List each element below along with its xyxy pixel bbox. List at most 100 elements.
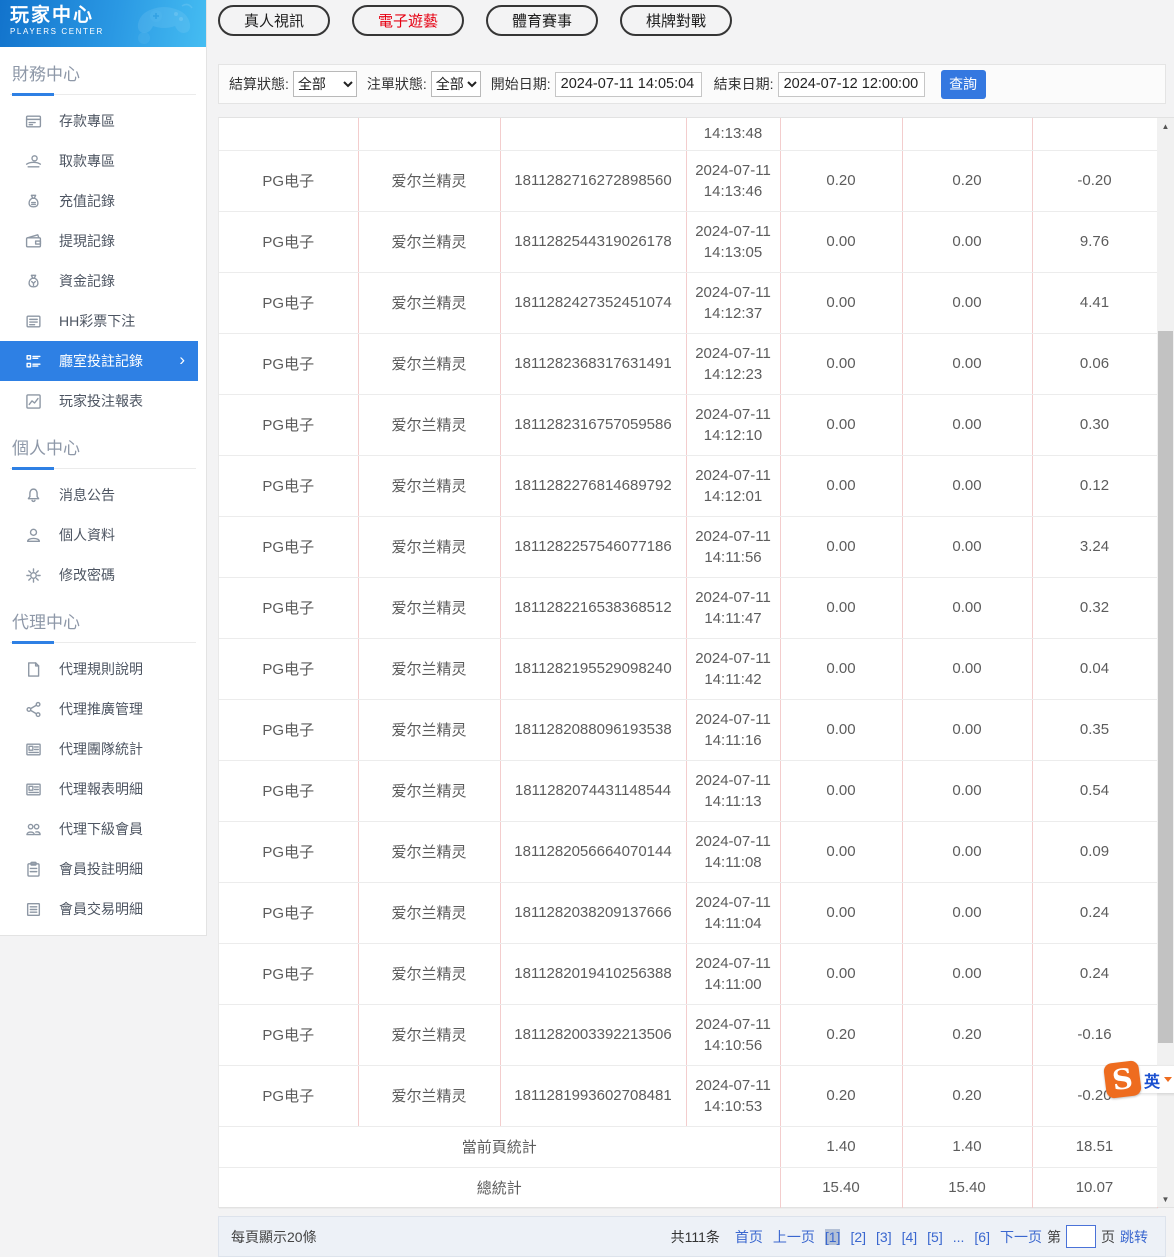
page-link-3[interactable]: [3] [876,1229,892,1245]
tab-live[interactable]: 真人視訊 [218,5,331,36]
jump-button[interactable]: 跳转 [1120,1227,1148,1247]
cell-platform: PG电子 [219,333,359,395]
bet-status-label: 注單狀態: [366,76,427,92]
member-bet-detail-icon [25,861,42,878]
sidebar-item-profile[interactable]: 個人資料 [0,515,206,555]
translate-language-label[interactable]: 英 [1137,1066,1174,1093]
cell-bet-amount: 0.00 [780,638,903,700]
translate-caret-icon [1164,1077,1173,1082]
cell-bet-time: 2024-07-11 14:11:04 [686,882,781,944]
cell-bet-amount: 0.20 [780,150,903,212]
sidebar-item-recharge-record[interactable]: 充值記錄 [0,181,206,221]
sidebar-item-member-trans-detail[interactable]: 會員交易明細 [0,889,206,929]
translate-widget[interactable]: S 英 [1102,1059,1174,1100]
sidebar-item-label: 代理報表明細 [59,781,143,797]
first-page-link[interactable]: 首页 [735,1227,763,1247]
cell-bet-time: 2024-07-11 14:11:47 [686,577,781,639]
prev-page-link[interactable]: 上一页 [773,1227,815,1247]
cell-order-id: 1811282427352451074 [500,272,687,334]
sidebar-item-hh-lottery[interactable]: HH彩票下注 [0,301,206,341]
cell-bet-amount: 0.00 [780,882,903,944]
cell-order-id: 1811281993602708481 [500,1065,687,1127]
grand-total-label: 總統計 [219,1167,781,1209]
cell-game: 爱尔兰精灵 [358,455,501,517]
scroll-down-arrow-icon[interactable]: ▼ [1157,1191,1174,1207]
members-icon [25,821,42,838]
cell-order-id: 1811282088096193538 [500,699,687,761]
cell-profit: 0.35 [1032,699,1158,761]
member-trans-detail-icon [25,901,42,918]
table-scrollbar[interactable]: ▲ ▼ [1157,118,1174,1207]
table-row: PG电子 爱尔兰精灵 1811282716272898560 2024-07-11 14… [219,150,1158,212]
sidebar-item-player-bet-report[interactable]: 玩家投注報表 [0,381,206,421]
cell-bet-amount: 0.00 [780,760,903,822]
bet-status-select[interactable]: 全部 [430,71,481,97]
tab-sports[interactable]: 體育賽事 [486,5,599,36]
sidebar-item-agent-rules[interactable]: 代理規則說明 [0,649,206,689]
grand-total-profit: 10.07 [1032,1167,1158,1209]
sidebar-item-password[interactable]: 修改密碼 [0,555,206,595]
page-link-5[interactable]: [5] [927,1229,943,1245]
sogou-translate-icon[interactable]: S [1102,1059,1143,1100]
cell-bet-amount: 0.00 [780,821,903,883]
cell-valid-amount: 0.00 [902,211,1033,273]
sidebar-item-deposit[interactable]: 存款專區 [0,101,206,141]
sidebar-item-label: 廳室投註記錄 [59,353,143,369]
current-page-valid-total: 1.40 [902,1126,1033,1168]
cell-game: 爱尔兰精灵 [358,882,501,944]
cell-valid-amount: 0.00 [902,821,1033,883]
cell-bet-time: 2024-07-11 14:11:16 [686,699,781,761]
scroll-up-arrow-icon[interactable]: ▲ [1157,118,1174,134]
sidebar-item-funds-record[interactable]: 資金記錄 [0,261,206,301]
cell-bet-amount: 0.00 [780,272,903,334]
cell-valid-amount: 0.00 [902,455,1033,517]
page-link-1[interactable]: [1] [824,1228,841,1245]
cell-platform: PG电子 [219,394,359,456]
sidebar-item-agent-promo[interactable]: 代理推廣管理 [0,689,206,729]
query-button[interactable]: 查詢 [940,69,986,99]
cell-bet-time: 2024-07-11 14:11:00 [686,943,781,1005]
sidebar-item-withdraw[interactable]: 取款專區 [0,141,206,181]
cell-profit: 0.09 [1032,821,1158,883]
table-row: PG电子 爱尔兰精灵 1811282368317631491 2024-07-11 14… [219,333,1158,395]
scrollbar-thumb[interactable] [1158,331,1173,1043]
page-link-2[interactable]: [2] [850,1229,866,1245]
tab-electronic[interactable]: 電子遊藝 [352,5,465,36]
table-row-partial: 14:13:48 [219,118,1158,151]
cell-platform: PG电子 [219,1004,359,1066]
sidebar-item-member-bet-detail[interactable]: 會員投註明細 [0,849,206,889]
end-date-input[interactable] [777,71,925,97]
sidebar-item-room-bet-record[interactable]: 廳室投註記錄 [0,341,198,381]
sidebar-item-agent-team-stats[interactable]: 代理團隊統計 [0,729,206,769]
cell-game: 爱尔兰精灵 [358,943,501,1005]
cell-platform: PG电子 [219,638,359,700]
sidebar-item-agent-members[interactable]: 代理下級會員 [0,809,206,849]
sidebar-item-label: 資金記錄 [59,273,115,289]
sidebar-item-messages[interactable]: 消息公告 [0,475,206,515]
page-ellipsis[interactable]: ... [953,1229,965,1245]
cell-game: 爱尔兰精灵 [358,211,501,273]
current-page-stats-label: 當前頁統計 [219,1126,781,1168]
tab-board[interactable]: 棋牌對戰 [620,5,733,36]
settle-status-select[interactable]: 全部 [292,71,357,97]
jump-page-input[interactable] [1066,1225,1096,1248]
sidebar-item-agent-report-detail[interactable]: 代理報表明細 [0,769,206,809]
table-row: PG电子 爱尔兰精灵 1811282216538368512 2024-07-11 14… [219,577,1158,639]
filter-bar: 結算狀態: 全部 注單狀態: 全部 開始日期: 結束日期: 查詢 [218,64,1166,104]
cell-profit: 0.24 [1032,882,1158,944]
cell-profit: -0.20 [1032,150,1158,212]
cell-game: 爱尔兰精灵 [358,699,501,761]
sidebar-section-title: 個人中心 [10,421,196,470]
start-date-input[interactable] [554,71,702,97]
page-link-7[interactable]: [6] [974,1229,990,1245]
cell-platform: PG电子 [219,1065,359,1127]
sidebar-section-title: 代理中心 [10,595,196,644]
page-link-4[interactable]: [4] [902,1229,918,1245]
share-icon [25,701,42,718]
next-page-link[interactable]: 下一页 [1000,1227,1042,1247]
team-stats-icon [25,741,42,758]
sidebar-item-cashout-record[interactable]: 提現記錄 [0,221,206,261]
cell-bet-time: 14:13:48 [686,118,781,151]
cell-bet-time: 2024-07-11 14:12:23 [686,333,781,395]
page-number-links: [1] [2] [3] [4] [5]... [6] [820,1228,995,1245]
